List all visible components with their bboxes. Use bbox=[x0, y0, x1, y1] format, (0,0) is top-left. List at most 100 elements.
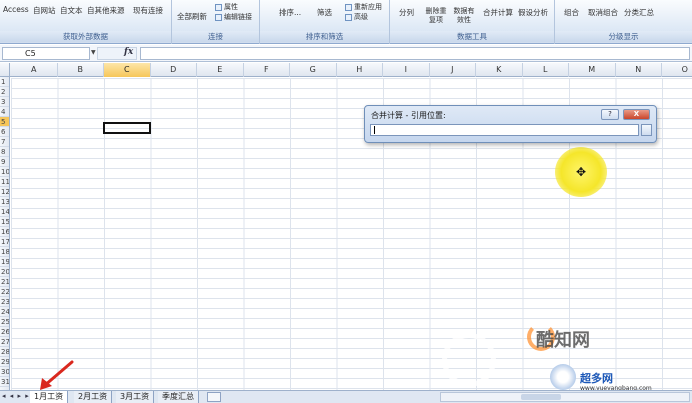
from-web-button[interactable]: 自网站 bbox=[33, 5, 56, 16]
row-header-3[interactable]: 3 bbox=[0, 97, 9, 107]
row-header-14[interactable]: 14 bbox=[0, 207, 9, 217]
column-header-g[interactable]: G bbox=[290, 63, 337, 77]
row-header-24[interactable]: 24 bbox=[0, 307, 9, 317]
row-header-10[interactable]: 10 bbox=[0, 167, 9, 177]
row-header-15[interactable]: 15 bbox=[0, 217, 9, 227]
row-header-9[interactable]: 9 bbox=[0, 157, 9, 167]
ribbon-group-data-tools: 分列 删除重复项 数据有效性 合并计算 假设分析 数据工具 bbox=[390, 0, 555, 44]
reference-input[interactable] bbox=[370, 124, 639, 136]
ungroup-button[interactable]: 取消组合 bbox=[588, 7, 618, 18]
scrollbar-thumb[interactable] bbox=[521, 394, 561, 400]
refresh-all-button[interactable]: 全部刷新 bbox=[177, 11, 207, 22]
row-header-13[interactable]: 13 bbox=[0, 197, 9, 207]
active-cell[interactable] bbox=[103, 122, 151, 134]
row-header-30[interactable]: 30 bbox=[0, 367, 9, 377]
column-header-a[interactable]: A bbox=[11, 63, 58, 77]
row-header-19[interactable]: 19 bbox=[0, 257, 9, 267]
row-header-21[interactable]: 21 bbox=[0, 277, 9, 287]
ribbon-group-outline: 组合 取消组合 分类汇总 分级显示 bbox=[555, 0, 692, 44]
text-caret bbox=[374, 126, 375, 134]
row-header-27[interactable]: 27 bbox=[0, 337, 9, 347]
row-header-5[interactable]: 5 bbox=[0, 117, 9, 127]
reapply-button[interactable]: 重新应用 bbox=[345, 2, 382, 12]
data-validation-button[interactable]: 数据有效性 bbox=[451, 7, 477, 25]
sheet-tab-4[interactable]: 季度汇总 bbox=[158, 391, 199, 403]
sort-button[interactable]: 排序... bbox=[279, 7, 301, 18]
advanced-button[interactable]: 高级 bbox=[345, 12, 368, 22]
dialog-title: 合并计算 - 引用位置: bbox=[371, 111, 446, 120]
column-header-b[interactable]: B bbox=[58, 63, 104, 77]
ribbon-group-label: 数据工具 bbox=[390, 31, 554, 42]
existing-connections-button[interactable]: 现有连接 bbox=[133, 5, 163, 16]
move-cursor-icon: ✥ bbox=[576, 165, 587, 179]
ribbon-group-label: 排序和筛选 bbox=[260, 31, 389, 42]
row-header-8[interactable]: 8 bbox=[0, 147, 9, 157]
consolidate-reference-dialog: 合并计算 - 引用位置: ? X bbox=[364, 105, 657, 143]
subtotal-button[interactable]: 分类汇总 bbox=[624, 7, 654, 18]
column-header-m[interactable]: M bbox=[569, 63, 616, 77]
horizontal-scrollbar[interactable] bbox=[440, 392, 690, 402]
column-header-l[interactable]: L bbox=[523, 63, 569, 77]
column-header-n[interactable]: N bbox=[616, 63, 662, 77]
edit-links-button[interactable]: 编辑链接 bbox=[215, 12, 252, 22]
from-text-button[interactable]: 自文本 bbox=[60, 5, 83, 16]
name-box[interactable]: C5 bbox=[2, 47, 90, 60]
column-header-c[interactable]: C bbox=[104, 63, 151, 77]
row-header-23[interactable]: 23 bbox=[0, 297, 9, 307]
chevron-down-icon[interactable]: ▼ bbox=[91, 49, 96, 56]
column-header-d[interactable]: D bbox=[151, 63, 197, 77]
row-header-16[interactable]: 16 bbox=[0, 227, 9, 237]
from-other-sources-button[interactable]: 自其他来源 bbox=[87, 5, 125, 16]
expand-dialog-icon[interactable] bbox=[641, 124, 652, 136]
group-button[interactable]: 组合 bbox=[564, 7, 579, 18]
watermark-text: 酷知网 bbox=[536, 330, 590, 351]
access-button[interactable]: Access bbox=[3, 5, 29, 14]
column-header-e[interactable]: E bbox=[197, 63, 244, 77]
sheet-nav-buttons[interactable]: ◂ ◂ ▸ ▸ bbox=[2, 392, 30, 400]
remove-duplicates-button[interactable]: 删除重复项 bbox=[423, 7, 449, 25]
row-header-4[interactable]: 4 bbox=[0, 107, 9, 117]
what-if-analysis-button[interactable]: 假设分析 bbox=[518, 7, 548, 18]
column-header-h[interactable]: H bbox=[337, 63, 383, 77]
row-header-17[interactable]: 17 bbox=[0, 237, 9, 247]
insert-function-icon[interactable]: fx bbox=[124, 47, 133, 57]
row-header-7[interactable]: 7 bbox=[0, 137, 9, 147]
sheet-tab-3[interactable]: 3月工资 bbox=[116, 391, 155, 403]
select-all-corner[interactable] bbox=[0, 63, 10, 77]
column-header-i[interactable]: I bbox=[383, 63, 430, 77]
row-header-2[interactable]: 2 bbox=[0, 87, 9, 97]
row-header-29[interactable]: 29 bbox=[0, 357, 9, 367]
row-header-11[interactable]: 11 bbox=[0, 177, 9, 187]
column-header-k[interactable]: K bbox=[476, 63, 523, 77]
insert-sheet-icon[interactable] bbox=[207, 392, 221, 402]
text-to-columns-button[interactable]: 分列 bbox=[399, 7, 414, 18]
properties-button[interactable]: 属性 bbox=[215, 2, 238, 12]
sheet-tab-2[interactable]: 2月工资 bbox=[74, 391, 113, 403]
watermark-text-2: 超多网 bbox=[580, 372, 613, 385]
row-header-12[interactable]: 12 bbox=[0, 187, 9, 197]
close-button[interactable]: X bbox=[623, 109, 650, 120]
watermark-ring bbox=[442, 333, 496, 387]
row-header-31[interactable]: 31 bbox=[0, 377, 9, 387]
row-header-26[interactable]: 26 bbox=[0, 327, 9, 337]
column-header-f[interactable]: F bbox=[244, 63, 290, 77]
ribbon-group-label: 连接 bbox=[172, 31, 259, 42]
column-header-o[interactable]: O bbox=[662, 63, 692, 77]
ribbon-group-label: 获取外部数据 bbox=[0, 31, 171, 42]
annotation-arrow-icon bbox=[40, 360, 74, 390]
column-header-j[interactable]: J bbox=[430, 63, 476, 77]
row-header-18[interactable]: 18 bbox=[0, 247, 9, 257]
row-header-20[interactable]: 20 bbox=[0, 267, 9, 277]
sheet-tab-1[interactable]: 1月工资 bbox=[30, 391, 69, 403]
row-header-28[interactable]: 28 bbox=[0, 347, 9, 357]
help-button[interactable]: ? bbox=[601, 109, 619, 120]
formula-input[interactable] bbox=[140, 47, 690, 60]
row-header-1[interactable]: 1 bbox=[0, 77, 9, 87]
filter-button[interactable]: 筛选 bbox=[317, 7, 332, 18]
links-icon bbox=[215, 13, 222, 21]
row-header-25[interactable]: 25 bbox=[0, 317, 9, 327]
consolidate-button[interactable]: 合并计算 bbox=[483, 7, 513, 18]
row-header-22[interactable]: 22 bbox=[0, 287, 9, 297]
properties-icon bbox=[215, 3, 222, 11]
row-header-6[interactable]: 6 bbox=[0, 127, 9, 137]
